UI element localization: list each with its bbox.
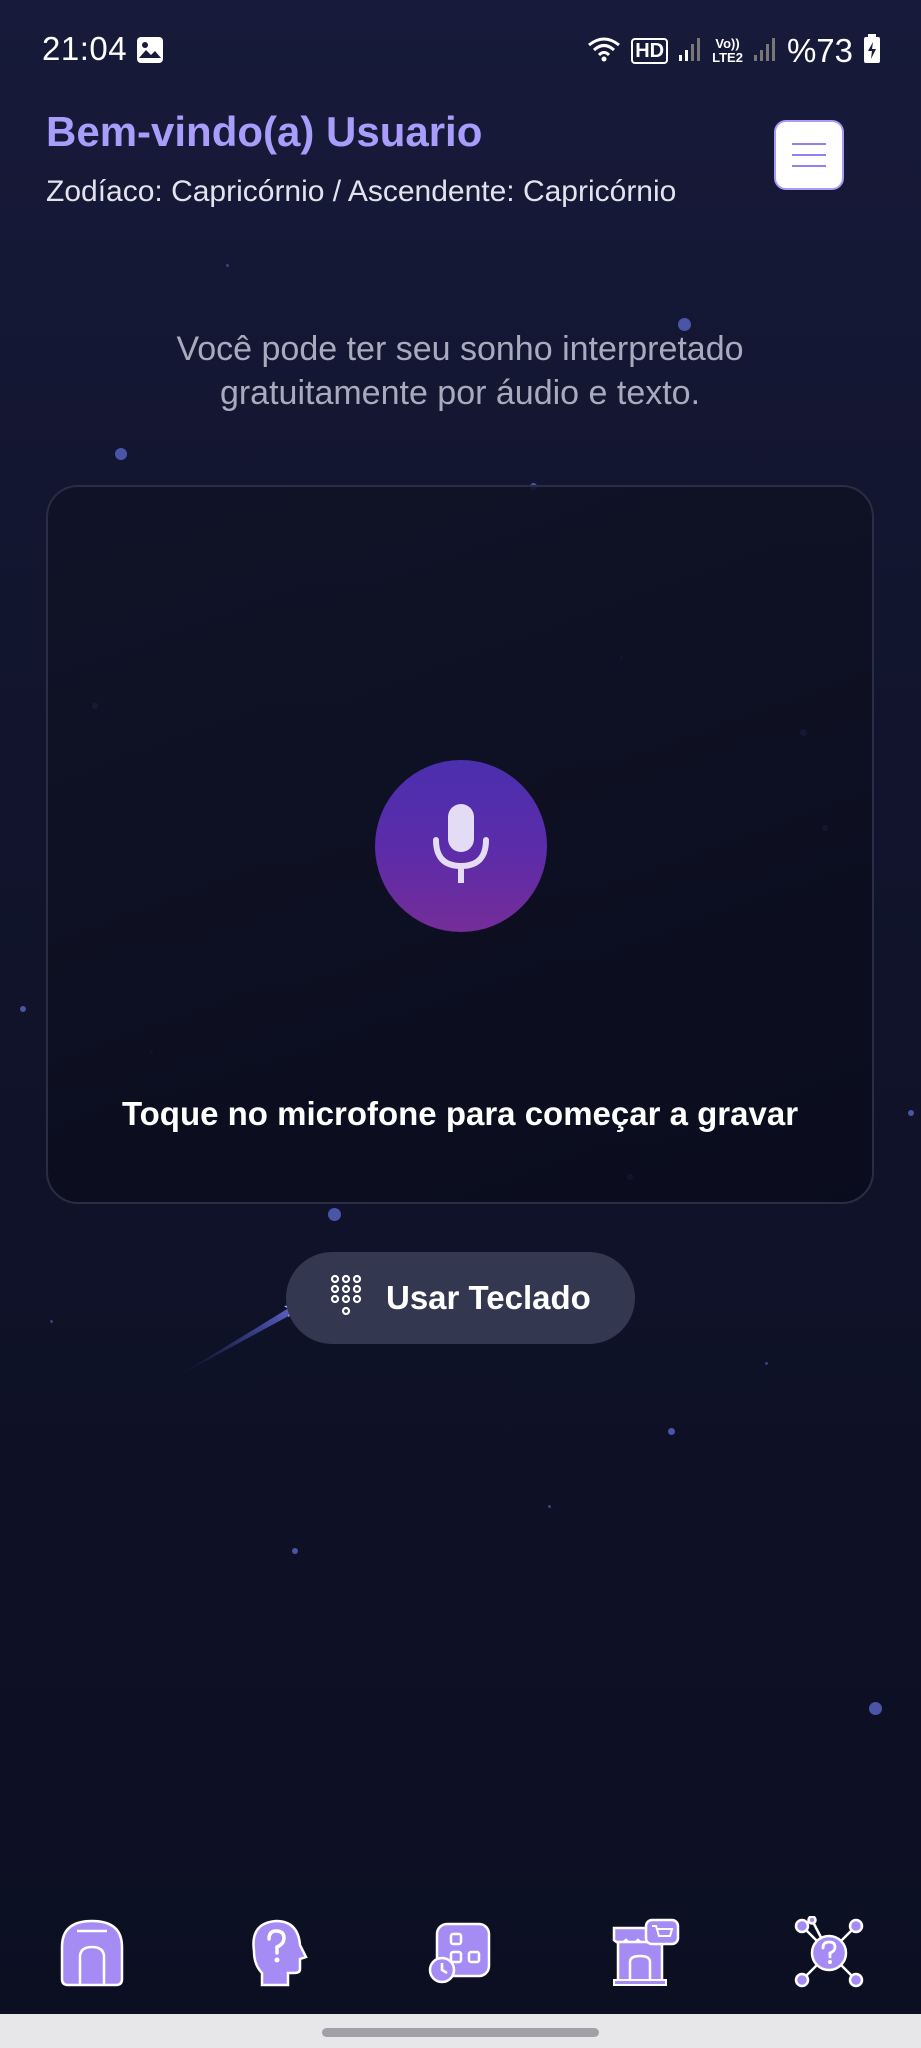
head-question-icon — [244, 1917, 309, 1994]
menu-icon — [792, 143, 826, 145]
battery-percent: %73 — [786, 32, 853, 69]
status-bar: 21:04 HD Vo)) LTE2 %73 — [0, 0, 921, 104]
record-card: Toque no microfone para começar a gravar — [46, 485, 874, 1204]
use-keyboard-button[interactable]: Usar Teclado — [286, 1252, 635, 1344]
intro-text: Você pode ter seu sonho interpretado gra… — [176, 330, 744, 412]
keypad-icon — [330, 1274, 362, 1323]
welcome-title: Bem-vindo(a) Usuario — [46, 108, 483, 155]
system-navigation-area — [0, 2014, 921, 2048]
signal-icon — [678, 35, 702, 68]
gesture-handle[interactable] — [322, 2028, 599, 2037]
battery-charging-icon — [863, 33, 881, 69]
nav-home[interactable] — [47, 1910, 137, 2000]
bottom-navigation — [0, 1900, 921, 2010]
microphone-icon — [430, 802, 492, 891]
volte-icon: Vo)) LTE2 — [712, 36, 743, 65]
use-keyboard-label: Usar Teclado — [386, 1279, 591, 1316]
menu-button[interactable] — [774, 120, 844, 190]
nav-store[interactable] — [600, 1910, 690, 2000]
record-hint: Toque no microfone para começar a gravar — [121, 1095, 799, 1132]
nav-history[interactable] — [415, 1910, 505, 2000]
signal-icon — [753, 35, 777, 68]
microphone-button[interactable] — [375, 760, 547, 932]
network-question-icon — [792, 1914, 866, 1995]
wifi-icon — [587, 35, 621, 68]
image-icon — [136, 36, 164, 69]
zodiac-info: Zodíaco: Capricórnio / Ascendente: Capri… — [46, 175, 677, 208]
nav-dream-questions[interactable] — [231, 1910, 321, 2000]
status-icons: HD Vo)) LTE2 %73 — [587, 28, 881, 74]
status-time: 21:04 — [42, 30, 128, 67]
nav-network-help[interactable] — [784, 1910, 874, 2000]
home-icon — [57, 1917, 127, 1994]
history-grid-icon — [427, 1920, 493, 1991]
hd-icon: HD — [631, 38, 669, 64]
store-icon — [610, 1918, 680, 1993]
